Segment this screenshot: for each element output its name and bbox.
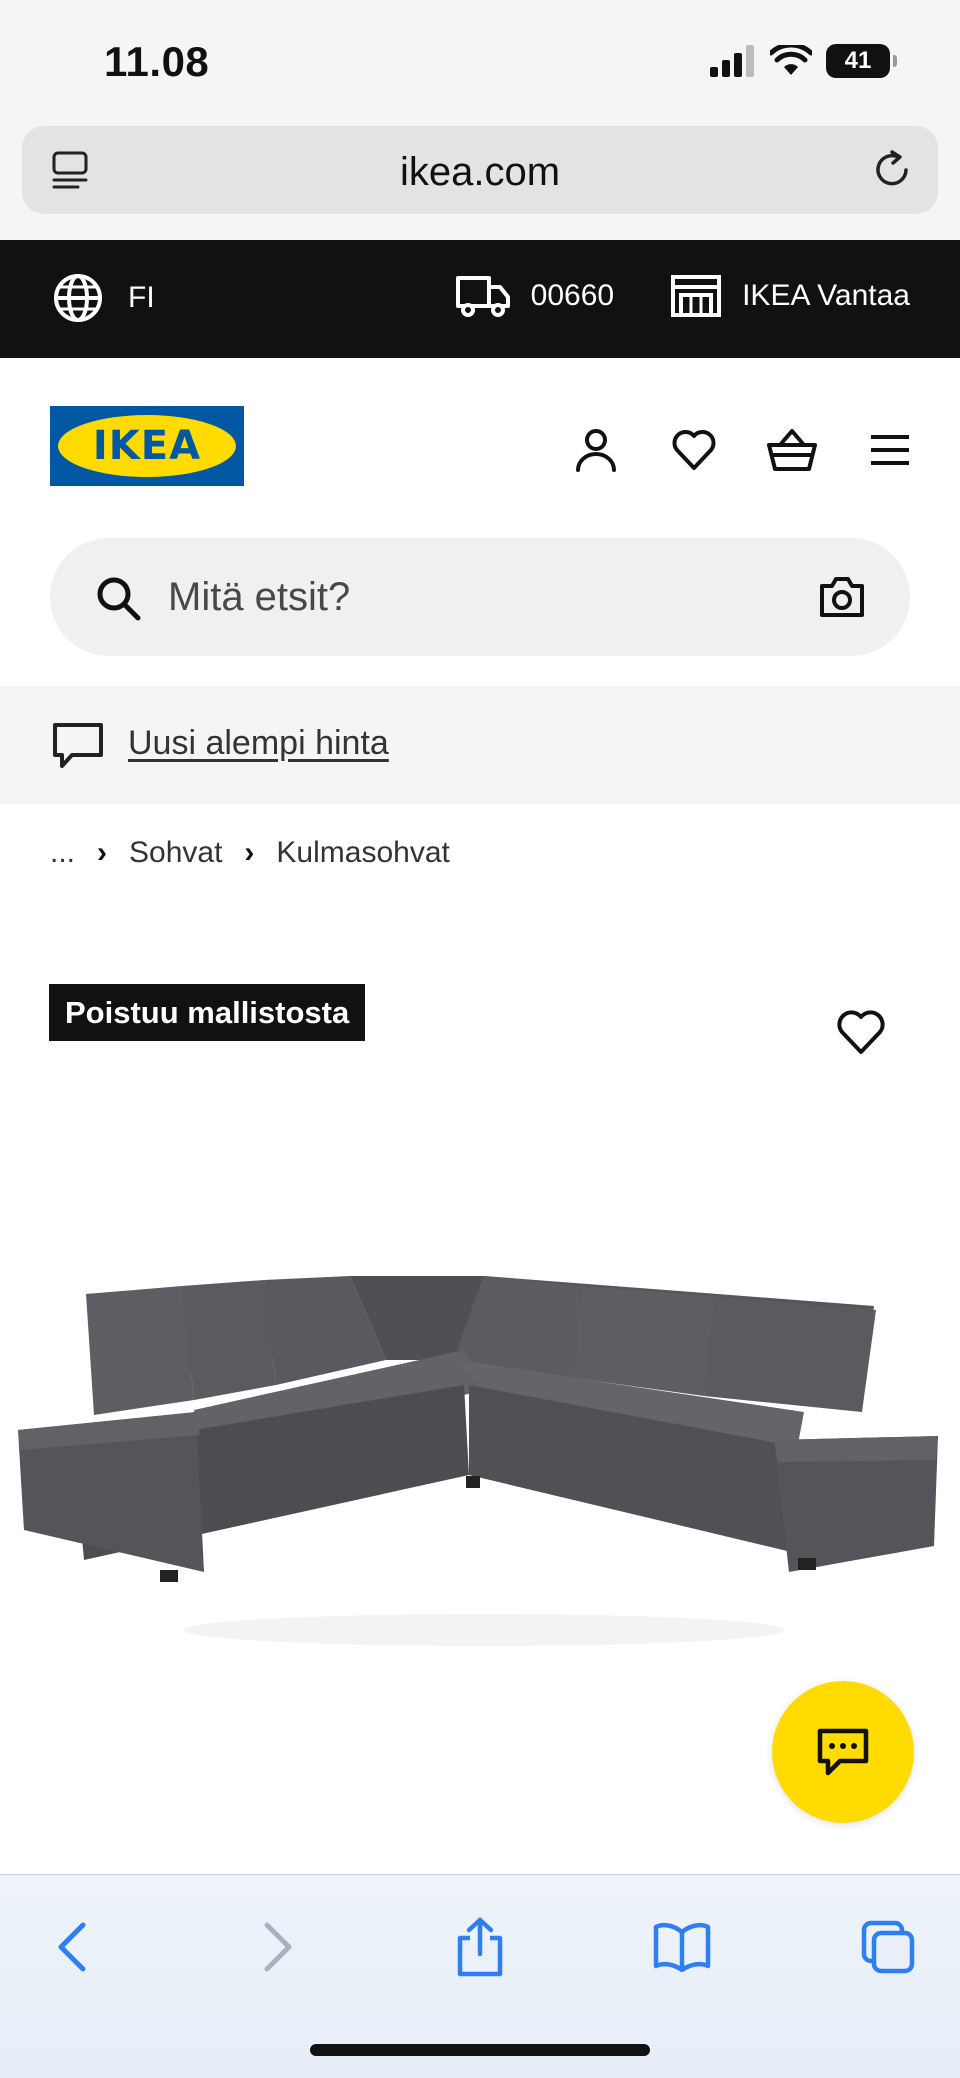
hamburger-menu-icon bbox=[871, 435, 909, 465]
delivery-truck-icon[interactable] bbox=[455, 274, 511, 318]
chevron-right-icon bbox=[264, 1922, 292, 1972]
tabs-icon bbox=[861, 1920, 915, 1974]
wifi-icon bbox=[770, 45, 812, 75]
user-icon bbox=[576, 429, 616, 472]
forward-button[interactable] bbox=[246, 1915, 310, 1979]
status-time: 11.08 bbox=[104, 38, 210, 85]
url-text[interactable]: ikea.com bbox=[22, 150, 938, 195]
breadcrumb-ellipsis[interactable]: ... bbox=[50, 836, 75, 870]
status-bar: 11.08 41 bbox=[0, 0, 960, 120]
status-icons: 41 bbox=[710, 44, 897, 78]
breadcrumb-item-corner-sofas[interactable]: Kulmasohvat bbox=[276, 836, 449, 870]
chevron-left-icon bbox=[58, 1922, 86, 1972]
postal-code[interactable]: 00660 bbox=[531, 279, 614, 313]
heart-icon bbox=[672, 430, 716, 470]
chevron-right-icon: › bbox=[97, 836, 108, 869]
store-icon[interactable] bbox=[670, 274, 722, 318]
bookmarks-button[interactable] bbox=[650, 1915, 714, 1979]
browser-chrome: ikea.com bbox=[0, 120, 960, 240]
account-button[interactable] bbox=[566, 420, 626, 480]
promo-banner: Uusi alempi hinta bbox=[0, 686, 960, 804]
book-icon bbox=[653, 1922, 711, 1972]
menu-button[interactable] bbox=[860, 420, 920, 480]
favourites-button[interactable] bbox=[664, 420, 724, 480]
ikea-logo[interactable]: IKEA bbox=[50, 406, 244, 486]
search-input[interactable] bbox=[168, 538, 768, 656]
delivery-store-info: 00660 IKEA Vantaa bbox=[455, 274, 910, 318]
product-image-corner-sofa[interactable] bbox=[14, 1200, 946, 1760]
add-to-favourites-heart-icon[interactable] bbox=[836, 1008, 886, 1058]
search-icon bbox=[97, 577, 141, 621]
speech-bubble-icon bbox=[53, 723, 103, 768]
site-header: IKEA bbox=[0, 358, 960, 688]
logo-oval: IKEA bbox=[58, 415, 236, 477]
top-info-strip: FI 00660 IKEA Vantaa bbox=[0, 240, 960, 358]
reload-icon[interactable] bbox=[870, 148, 914, 192]
chat-support-button[interactable] bbox=[772, 1681, 914, 1823]
camera-search-icon[interactable] bbox=[818, 574, 866, 620]
tabs-button[interactable] bbox=[856, 1915, 920, 1979]
breadcrumb: ... › Sohvat › Kulmasohvat bbox=[50, 836, 450, 870]
share-button[interactable] bbox=[448, 1915, 512, 1979]
logo-text: IKEA bbox=[92, 423, 202, 469]
header-actions bbox=[566, 420, 920, 480]
battery-indicator: 41 bbox=[826, 44, 897, 78]
cart-button[interactable] bbox=[762, 420, 822, 480]
breadcrumb-item-sofas[interactable]: Sohvat bbox=[129, 836, 222, 870]
store-name[interactable]: IKEA Vantaa bbox=[742, 279, 910, 313]
language-selector[interactable]: FI bbox=[52, 272, 155, 324]
new-lower-price-link[interactable]: Uusi alempi hinta bbox=[128, 724, 389, 763]
browser-toolbar bbox=[0, 1874, 960, 2078]
chat-icon bbox=[817, 1728, 869, 1776]
address-bar[interactable]: ikea.com bbox=[22, 126, 938, 214]
back-button[interactable] bbox=[40, 1915, 104, 1979]
home-indicator bbox=[310, 2044, 650, 2056]
globe-icon bbox=[54, 274, 102, 322]
share-icon bbox=[457, 1917, 503, 1977]
discontinued-badge: Poistuu mallistosta bbox=[49, 984, 366, 1041]
language-label: FI bbox=[128, 281, 155, 314]
cellular-signal-icon bbox=[710, 45, 754, 77]
basket-icon bbox=[767, 429, 817, 471]
chevron-right-icon: › bbox=[244, 836, 255, 869]
search-bar[interactable] bbox=[50, 538, 910, 656]
